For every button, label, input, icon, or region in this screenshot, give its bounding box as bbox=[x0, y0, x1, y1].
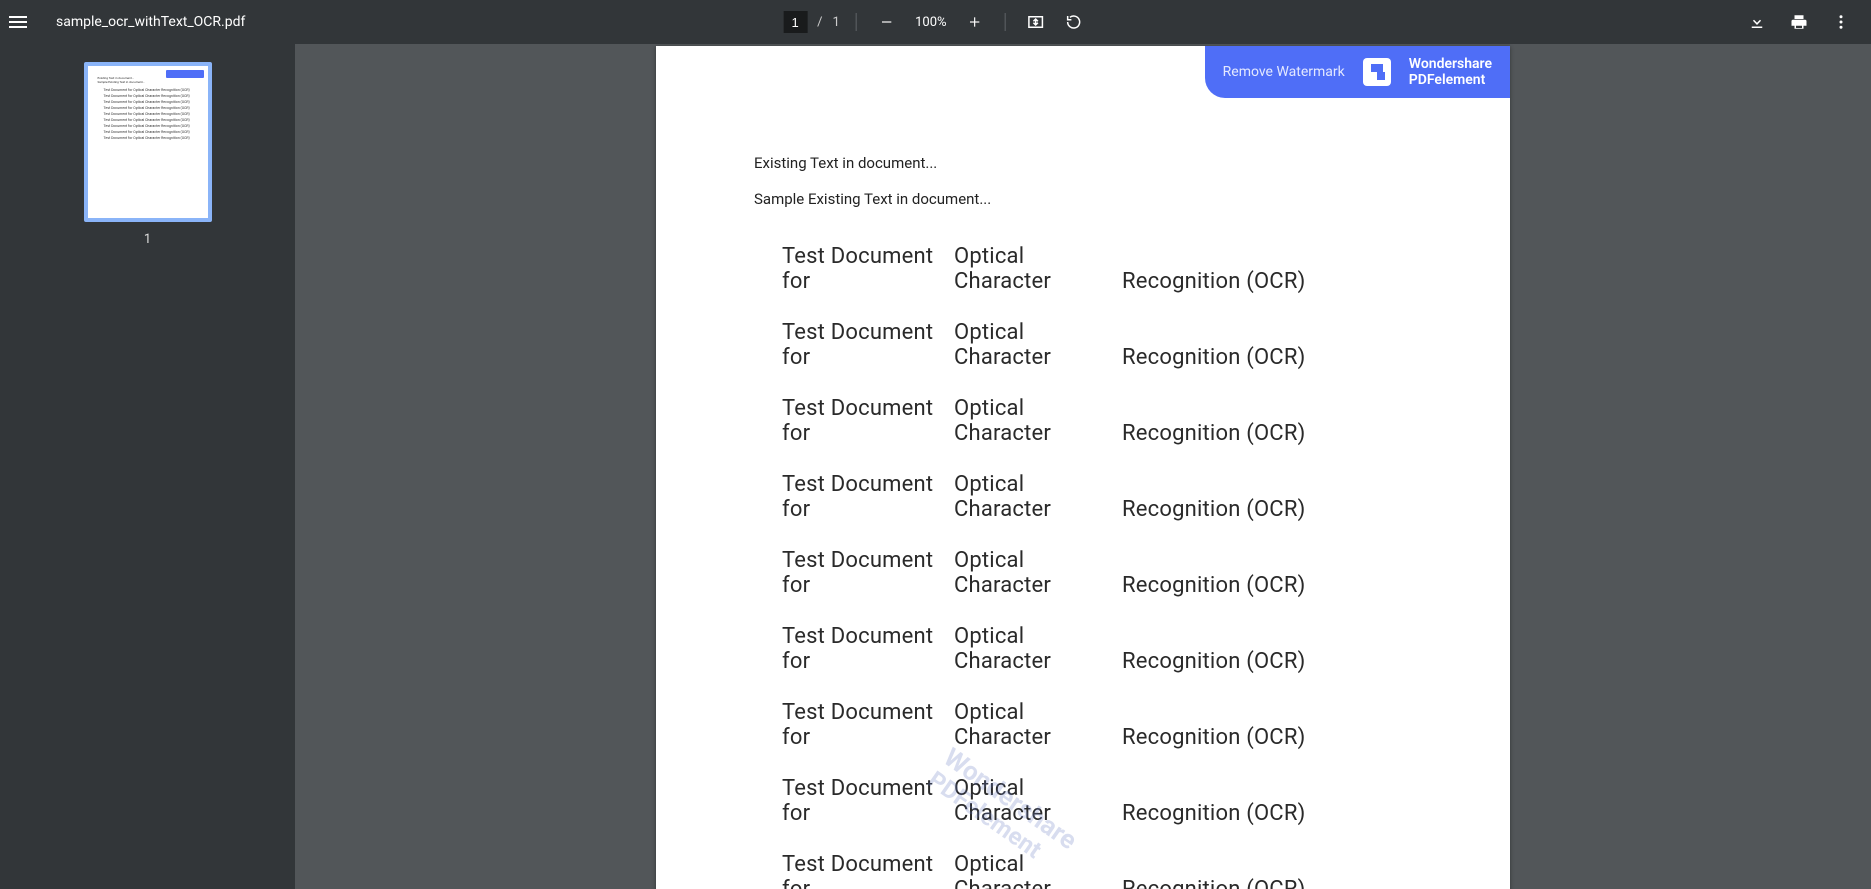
doc-header-text-1: Existing Text in document... bbox=[754, 154, 1412, 172]
doc-line: Test Document forOptical CharacterRecogn… bbox=[782, 852, 1412, 889]
minus-icon bbox=[880, 15, 894, 29]
doc-line-col1: Test Document for bbox=[782, 320, 954, 370]
doc-lines: Test Document forOptical CharacterRecogn… bbox=[754, 244, 1412, 889]
print-icon bbox=[1790, 13, 1808, 31]
doc-line-col2: Optical Character bbox=[954, 624, 1122, 674]
doc-line-col2: Optical Character bbox=[954, 776, 1122, 826]
doc-line-col3: Recognition (OCR) bbox=[1122, 421, 1305, 446]
doc-line-col2: Optical Character bbox=[954, 852, 1122, 889]
toolbar-separator bbox=[856, 13, 857, 31]
doc-line-col3: Recognition (OCR) bbox=[1122, 801, 1305, 826]
download-icon bbox=[1748, 13, 1766, 31]
doc-line-col2: Optical Character bbox=[954, 320, 1122, 370]
doc-line-col3: Recognition (OCR) bbox=[1122, 497, 1305, 522]
doc-line-col2: Optical Character bbox=[954, 548, 1122, 598]
doc-line: Test Document forOptical CharacterRecogn… bbox=[782, 244, 1412, 294]
filename-label: sample_ocr_withText_OCR.pdf bbox=[56, 14, 245, 30]
toolbar-left: sample_ocr_withText_OCR.pdf bbox=[8, 12, 245, 32]
doc-line: Test Document forOptical CharacterRecogn… bbox=[782, 548, 1412, 598]
page-viewport[interactable]: Remove Watermark Wondershare PDFelement … bbox=[295, 44, 1871, 889]
doc-line-col1: Test Document for bbox=[782, 396, 954, 446]
plus-icon bbox=[968, 15, 982, 29]
doc-line: Test Document forOptical CharacterRecogn… bbox=[782, 472, 1412, 522]
doc-line-col1: Test Document for bbox=[782, 472, 954, 522]
doc-line: Test Document forOptical CharacterRecogn… bbox=[782, 396, 1412, 446]
pdf-viewer-toolbar: sample_ocr_withText_OCR.pdf / 1 100% bbox=[0, 0, 1871, 44]
page-separator: / bbox=[817, 15, 822, 30]
doc-line-col2: Optical Character bbox=[954, 472, 1122, 522]
doc-line-col2: Optical Character bbox=[954, 244, 1122, 294]
pdfelement-logo-icon bbox=[1363, 58, 1391, 86]
page-body: Existing Text in document... Sample Exis… bbox=[656, 46, 1510, 889]
doc-line-col1: Test Document for bbox=[782, 624, 954, 674]
doc-line-col1: Test Document for bbox=[782, 776, 954, 826]
doc-line-col3: Recognition (OCR) bbox=[1122, 877, 1305, 889]
rotate-button[interactable] bbox=[1060, 8, 1088, 36]
doc-line-col2: Optical Character bbox=[954, 700, 1122, 750]
brand-line1: Wondershare bbox=[1409, 56, 1492, 72]
toolbar-right bbox=[1743, 8, 1863, 36]
doc-line-col3: Recognition (OCR) bbox=[1122, 725, 1305, 750]
remove-watermark-link[interactable]: Remove Watermark bbox=[1223, 64, 1345, 80]
fit-page-icon bbox=[1027, 13, 1045, 31]
page-thumbnail[interactable]: Existing Text in document... Sample Exis… bbox=[84, 62, 212, 222]
doc-line-col1: Test Document for bbox=[782, 548, 954, 598]
doc-line-col3: Recognition (OCR) bbox=[1122, 345, 1305, 370]
more-vert-icon bbox=[1832, 13, 1850, 31]
download-button[interactable] bbox=[1743, 8, 1771, 36]
zoom-out-button[interactable] bbox=[873, 8, 901, 36]
doc-line: Test Document forOptical CharacterRecogn… bbox=[782, 700, 1412, 750]
doc-line: Test Document forOptical CharacterRecogn… bbox=[782, 320, 1412, 370]
doc-header-text-2: Sample Existing Text in document... bbox=[754, 190, 1412, 208]
print-button[interactable] bbox=[1785, 8, 1813, 36]
thumb-watermark-icon bbox=[166, 70, 204, 78]
page-number-input[interactable] bbox=[783, 11, 807, 33]
zoom-in-button[interactable] bbox=[961, 8, 989, 36]
doc-line: Test Document forOptical CharacterRecogn… bbox=[782, 624, 1412, 674]
menu-icon[interactable] bbox=[8, 12, 28, 32]
doc-line: Test Document forOptical CharacterRecogn… bbox=[782, 776, 1412, 826]
more-button[interactable] bbox=[1827, 8, 1855, 36]
page-total: 1 bbox=[833, 15, 840, 30]
toolbar-center: / 1 100% bbox=[783, 0, 1088, 44]
pdf-page: Remove Watermark Wondershare PDFelement … bbox=[656, 46, 1510, 889]
doc-line-col1: Test Document for bbox=[782, 852, 954, 889]
fit-page-button[interactable] bbox=[1022, 8, 1050, 36]
doc-line-col3: Recognition (OCR) bbox=[1122, 649, 1305, 674]
toolbar-separator bbox=[1005, 13, 1006, 31]
rotate-icon bbox=[1065, 13, 1083, 31]
watermark-banner: Remove Watermark Wondershare PDFelement bbox=[1205, 46, 1510, 98]
thumbnail-sidebar[interactable]: Existing Text in document... Sample Exis… bbox=[0, 44, 295, 889]
content-area: Existing Text in document... Sample Exis… bbox=[0, 44, 1871, 889]
brand-line2: PDFelement bbox=[1409, 72, 1492, 88]
thumbnail-preview: Existing Text in document... Sample Exis… bbox=[88, 66, 208, 218]
doc-line-col3: Recognition (OCR) bbox=[1122, 269, 1305, 294]
doc-line-col2: Optical Character bbox=[954, 396, 1122, 446]
doc-line-col1: Test Document for bbox=[782, 700, 954, 750]
doc-line-col1: Test Document for bbox=[782, 244, 954, 294]
brand-label: Wondershare PDFelement bbox=[1409, 56, 1492, 88]
thumbnail-page-number: 1 bbox=[0, 232, 295, 247]
zoom-level: 100% bbox=[911, 15, 951, 30]
doc-line-col3: Recognition (OCR) bbox=[1122, 573, 1305, 598]
